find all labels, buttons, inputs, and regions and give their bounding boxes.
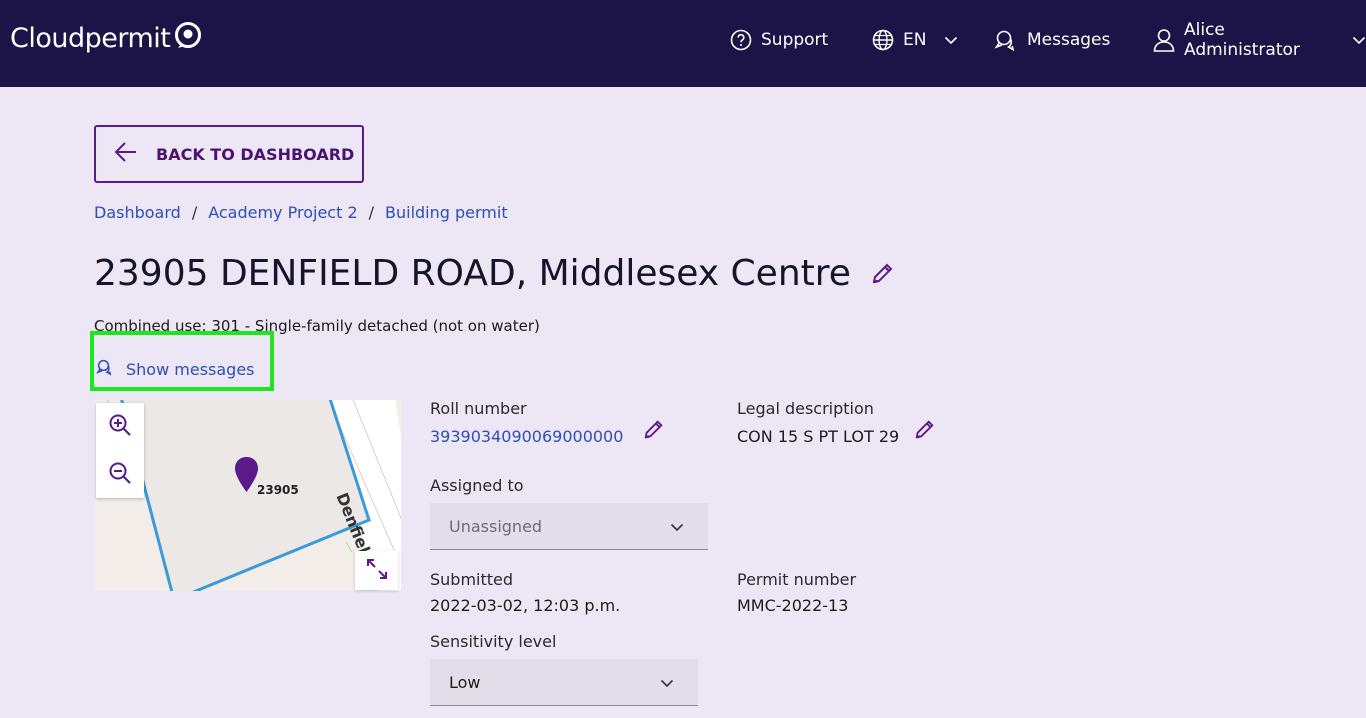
assigned-to-select[interactable]: Unassigned (430, 503, 708, 550)
page-title: 23905 DENFIELD ROAD, Middlesex Centre (94, 250, 895, 296)
cloudpermit-logo[interactable]: Cloudpermit (10, 20, 203, 57)
breadcrumb-building-permit[interactable]: Building permit (385, 203, 508, 222)
support-link[interactable]: Support (730, 26, 828, 54)
breadcrumb-project[interactable]: Academy Project 2 (208, 203, 357, 222)
roll-number-link[interactable]: 3939034090069000000 (430, 427, 623, 446)
messages-link[interactable]: Messages (994, 26, 1110, 54)
logo-text: Cloudpermit (10, 23, 171, 54)
breadcrumb-dashboard[interactable]: Dashboard (94, 203, 181, 222)
parcel-label: 23905 (257, 483, 299, 497)
highlight-box (90, 331, 274, 391)
back-to-dashboard-button[interactable]: BACK TO DASHBOARD (94, 125, 364, 183)
support-label: Support (761, 30, 829, 50)
expand-map-button[interactable] (355, 551, 398, 590)
chevron-down-icon (660, 673, 674, 692)
permit-number-value: MMC-2022-13 (737, 596, 849, 615)
back-to-dashboard-label: BACK TO DASHBOARD (156, 144, 355, 164)
legal-description-value: CON 15 S PT LOT 29 (737, 427, 900, 446)
sensitivity-level-value: Low (449, 672, 481, 692)
sensitivity-level-label: Sensitivity level (430, 632, 557, 651)
expand-icon (365, 557, 389, 585)
logo-icon (173, 20, 203, 57)
pencil-icon[interactable] (914, 418, 936, 444)
breadcrumb-separator: / (368, 202, 375, 222)
page-title-text: 23905 DENFIELD ROAD, Middlesex Centre (94, 252, 851, 294)
user-name: Alice Administrator (1184, 20, 1300, 60)
zoom-out-icon (108, 461, 132, 489)
zoom-controls (96, 403, 144, 498)
roll-number-label: Roll number (430, 399, 527, 418)
language-selector[interactable]: EN (872, 26, 958, 54)
zoom-in-icon (108, 413, 132, 441)
submitted-label: Submitted (430, 570, 514, 589)
submitted-value: 2022-03-02, 12:03 p.m. (430, 596, 621, 615)
zoom-out-button[interactable] (96, 451, 144, 498)
top-navigation-bar: Cloudpermit Support EN Messages Alice Ad… (0, 0, 1366, 87)
chevron-down-icon (1352, 36, 1366, 45)
breadcrumb-separator: / (191, 202, 198, 222)
zoom-in-button[interactable] (96, 403, 144, 450)
chevron-down-icon (670, 517, 684, 536)
language-label: EN (903, 30, 927, 50)
user-icon (1153, 28, 1175, 52)
messages-label: Messages (1027, 30, 1111, 50)
assigned-to-label: Assigned to (430, 476, 524, 495)
arrow-left-icon (96, 141, 156, 167)
messages-icon (994, 28, 1018, 52)
chevron-down-icon (944, 36, 958, 45)
permit-number-label: Permit number (737, 570, 857, 589)
pencil-icon[interactable] (871, 253, 895, 294)
sensitivity-level-select[interactable]: Low (430, 659, 698, 706)
pencil-icon[interactable] (643, 418, 665, 444)
map-pin-icon (234, 456, 259, 497)
globe-icon (872, 29, 894, 51)
legal-description-label: Legal description (737, 399, 874, 418)
user-menu[interactable]: Alice Administrator (1153, 20, 1366, 60)
breadcrumb: Dashboard / Academy Project 2 / Building… (94, 202, 508, 222)
help-circle-icon (730, 29, 752, 51)
assigned-to-value: Unassigned (449, 516, 543, 536)
